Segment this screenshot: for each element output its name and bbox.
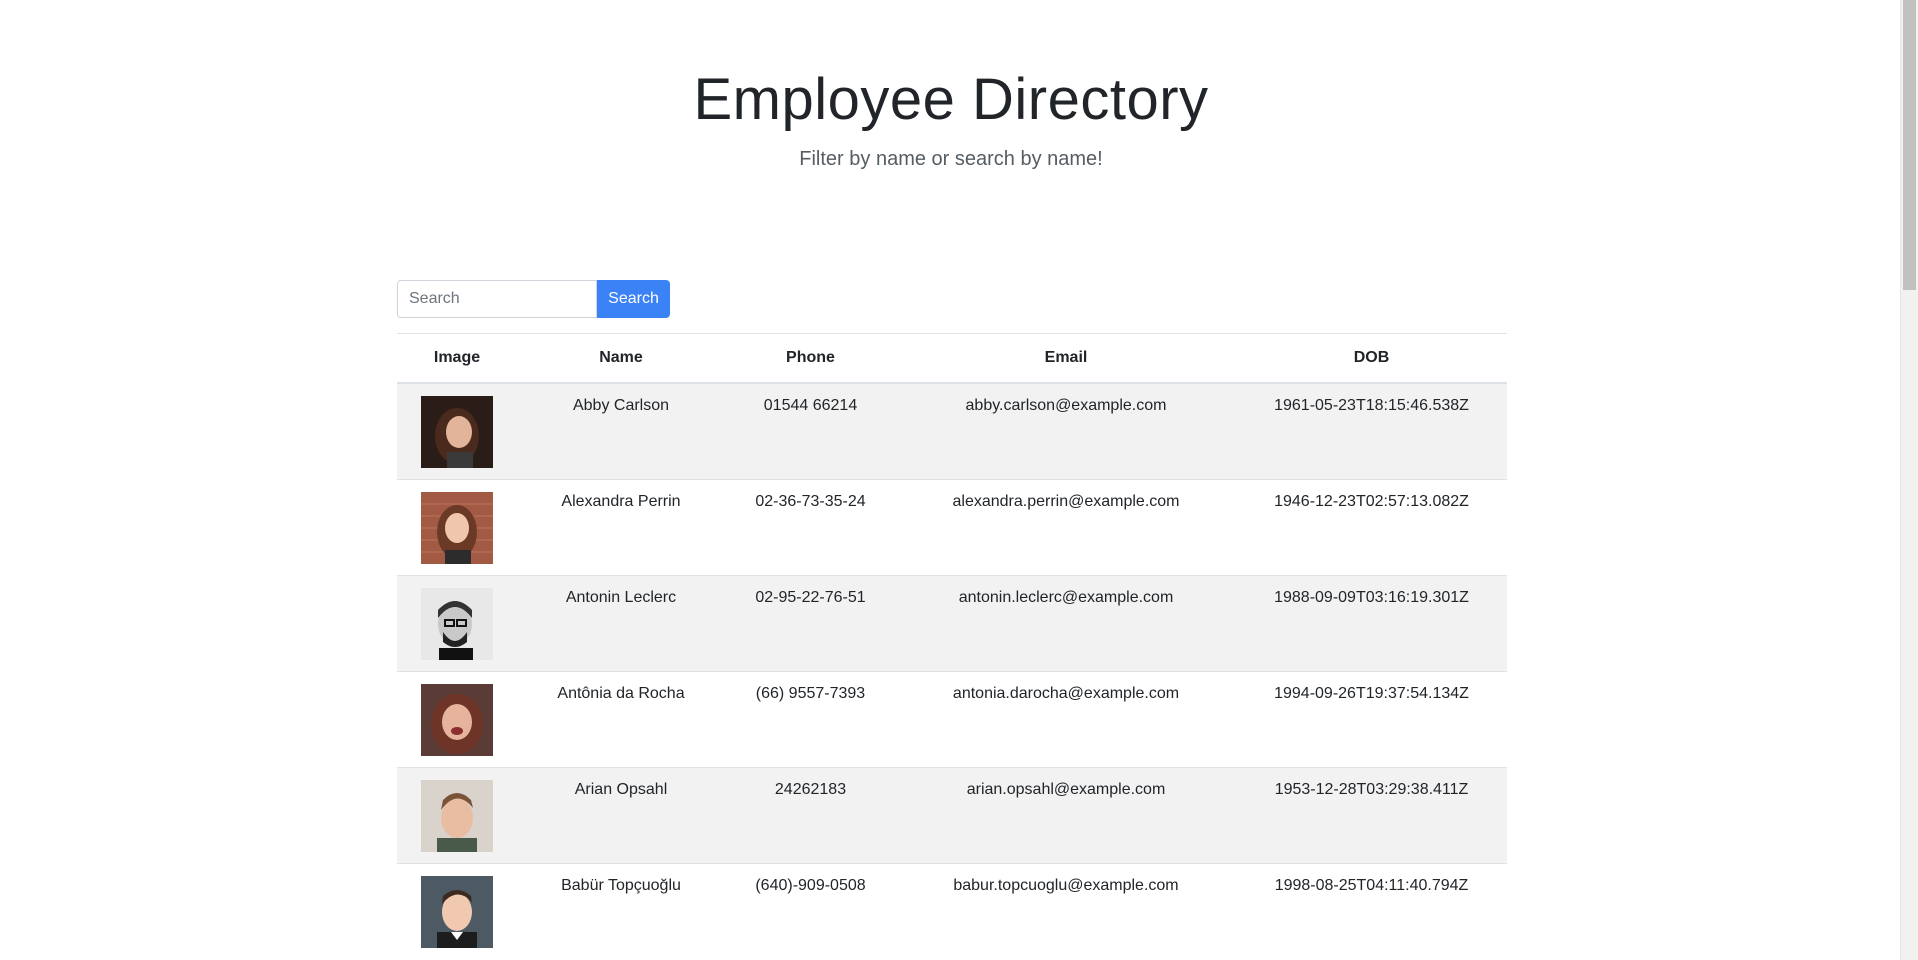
phone-cell: (640)-909-0508 <box>725 862 896 959</box>
image-cell <box>397 766 517 863</box>
table-row: Babür Topçuoğlu (640)-909-0508 babur.top… <box>397 862 1507 959</box>
name-cell: Abby Carlson <box>517 382 725 479</box>
page-title: Employee Directory <box>693 67 1209 132</box>
column-header-name[interactable]: Name <box>517 333 725 384</box>
name-cell: Babür Topçuoğlu <box>517 862 725 959</box>
name-cell: Antonin Leclerc <box>517 574 725 671</box>
avatar <box>421 396 493 468</box>
image-cell <box>397 670 517 767</box>
dob-cell: 1988-09-09T03:16:19.301Z <box>1236 574 1507 671</box>
image-cell <box>397 478 517 575</box>
dob-cell: 1953-12-28T03:29:38.411Z <box>1236 766 1507 863</box>
email-cell: antonia.darocha@example.com <box>896 670 1236 767</box>
email-cell: arian.opsahl@example.com <box>896 766 1236 863</box>
table-body: Abby Carlson 01544 66214 abby.carlson@ex… <box>397 382 1507 959</box>
name-cell: Arian Opsahl <box>517 766 725 863</box>
email-cell: abby.carlson@example.com <box>896 382 1236 479</box>
header-row: Image Name Phone Email DOB <box>397 333 1507 384</box>
email-cell: antonin.leclerc@example.com <box>896 574 1236 671</box>
table-row: Antonin Leclerc 02-95-22-76-51 antonin.l… <box>397 574 1507 671</box>
image-cell <box>397 862 517 959</box>
table-row: Abby Carlson 01544 66214 abby.carlson@ex… <box>397 382 1507 479</box>
employee-table-container: Image Name Phone Email DOB Abby Carlson … <box>397 333 1507 959</box>
table-row: Antônia da Rocha (66) 9557-7393 antonia.… <box>397 670 1507 767</box>
avatar <box>421 683 493 756</box>
column-header-image[interactable]: Image <box>397 333 517 384</box>
search-input[interactable] <box>397 280 597 318</box>
phone-cell: (66) 9557-7393 <box>725 670 896 767</box>
scrollbar-thumb[interactable] <box>1903 0 1916 290</box>
image-cell <box>397 574 517 671</box>
avatar <box>421 779 493 852</box>
email-cell: alexandra.perrin@example.com <box>896 478 1236 575</box>
dob-cell: 1961-05-23T18:15:46.538Z <box>1236 382 1507 479</box>
column-header-phone[interactable]: Phone <box>725 333 896 384</box>
column-header-dob[interactable]: DOB <box>1236 333 1507 384</box>
dob-cell: 1946-12-23T02:57:13.082Z <box>1236 478 1507 575</box>
column-header-email[interactable]: Email <box>896 333 1236 384</box>
avatar <box>421 491 493 564</box>
search-form: Search <box>397 280 670 318</box>
email-cell: babur.topcuoglu@example.com <box>896 862 1236 959</box>
page: Employee Directory Filter by name or sea… <box>0 0 1918 960</box>
dob-cell: 1994-09-26T19:37:54.134Z <box>1236 670 1507 767</box>
table-header: Image Name Phone Email DOB <box>397 333 1507 384</box>
phone-cell: 02-95-22-76-51 <box>725 574 896 671</box>
employee-table: Image Name Phone Email DOB Abby Carlson … <box>397 333 1507 959</box>
name-cell: Alexandra Perrin <box>517 478 725 575</box>
vertical-scrollbar[interactable] <box>1900 0 1918 960</box>
table-row: Arian Opsahl 24262183 arian.opsahl@examp… <box>397 766 1507 863</box>
phone-cell: 24262183 <box>725 766 896 863</box>
page-subtitle: Filter by name or search by name! <box>799 148 1103 170</box>
avatar <box>421 875 493 948</box>
search-button[interactable]: Search <box>597 280 670 318</box>
avatar <box>421 587 493 660</box>
name-cell: Antônia da Rocha <box>517 670 725 767</box>
dob-cell: 1998-08-25T04:11:40.794Z <box>1236 862 1507 959</box>
phone-cell: 01544 66214 <box>725 382 896 479</box>
table-row: Alexandra Perrin 02-36-73-35-24 alexandr… <box>397 478 1507 575</box>
phone-cell: 02-36-73-35-24 <box>725 478 896 575</box>
image-cell <box>397 382 517 479</box>
page-header: Employee Directory Filter by name or sea… <box>0 55 1902 173</box>
